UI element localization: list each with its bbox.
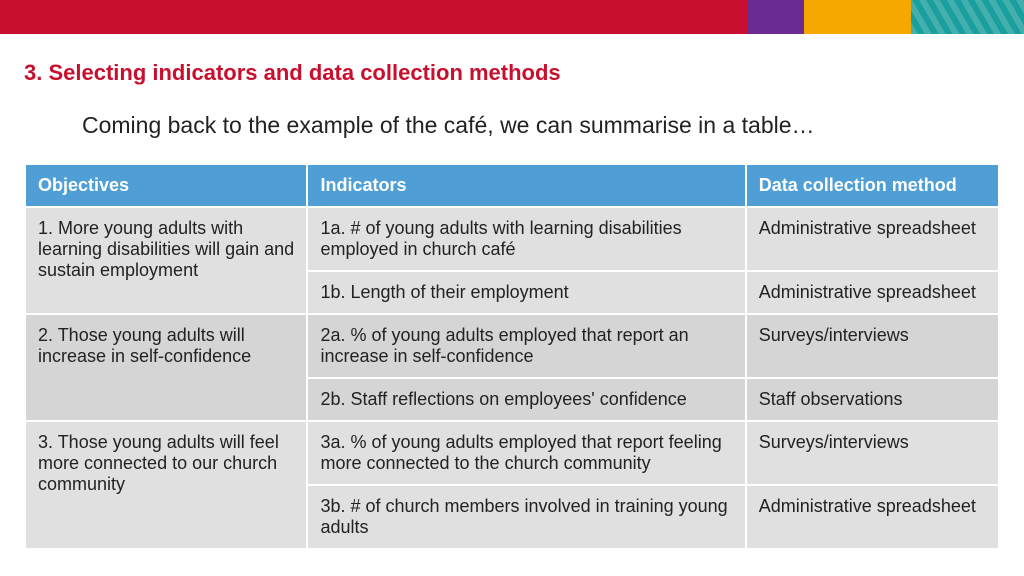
cell-indicator: 2a. % of young adults employed that repo… <box>307 314 745 378</box>
intro-text: Coming back to the example of the café, … <box>82 112 1000 139</box>
cell-indicator: 2b. Staff reflections on employees' conf… <box>307 378 745 421</box>
table-row: 2. Those young adults will increase in s… <box>25 314 999 378</box>
col-objectives: Objectives <box>25 164 307 207</box>
cell-method: Surveys/interviews <box>746 421 999 485</box>
cell-method: Administrative spreadsheet <box>746 485 999 549</box>
indicators-table: Objectives Indicators Data collection me… <box>24 163 1000 550</box>
cell-indicator: 1a. # of young adults with learning disa… <box>307 207 745 271</box>
cell-indicator: 1b. Length of their employment <box>307 271 745 314</box>
cell-indicator: 3a. % of young adults employed that repo… <box>307 421 745 485</box>
cell-method: Administrative spreadsheet <box>746 207 999 271</box>
cell-objective: 2. Those young adults will increase in s… <box>25 314 307 421</box>
cell-method: Staff observations <box>746 378 999 421</box>
cell-method: Surveys/interviews <box>746 314 999 378</box>
decorative-top-band <box>0 0 1024 34</box>
cell-objective: 1. More young adults with learning disab… <box>25 207 307 314</box>
cell-objective: 3. Those young adults will feel more con… <box>25 421 307 549</box>
cell-indicator: 3b. # of church members involved in trai… <box>307 485 745 549</box>
band-teal <box>911 0 1024 34</box>
table-row: 3. Those young adults will feel more con… <box>25 421 999 485</box>
band-orange <box>804 0 912 34</box>
cell-method: Administrative spreadsheet <box>746 271 999 314</box>
table-header-row: Objectives Indicators Data collection me… <box>25 164 999 207</box>
band-purple <box>748 0 804 34</box>
slide-content: 3. Selecting indicators and data collect… <box>0 34 1024 550</box>
band-red <box>0 0 748 34</box>
col-method: Data collection method <box>746 164 999 207</box>
section-heading: 3. Selecting indicators and data collect… <box>24 60 1000 86</box>
table-row: 1. More young adults with learning disab… <box>25 207 999 271</box>
col-indicators: Indicators <box>307 164 745 207</box>
